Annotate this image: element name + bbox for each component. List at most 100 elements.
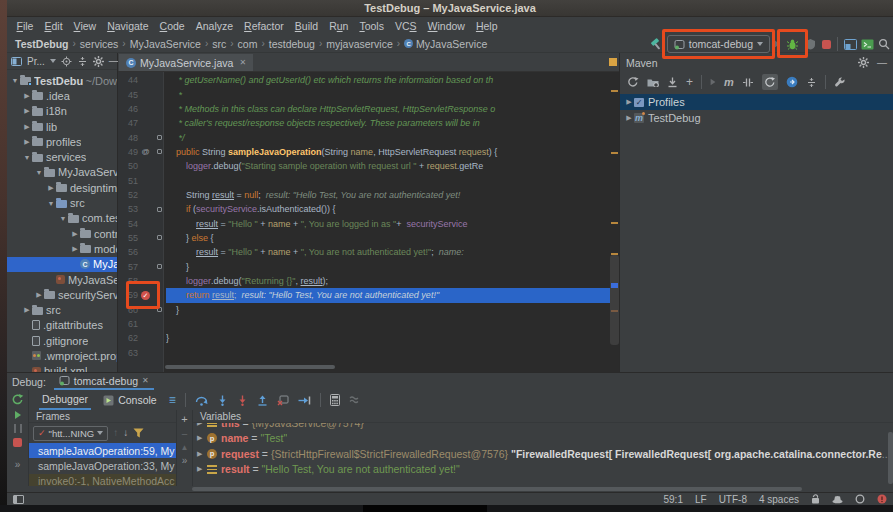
fold-marker[interactable] (153, 235, 166, 240)
tree-item-src[interactable]: ▶src (7, 302, 117, 317)
toolwindow-switcher-icon[interactable] (13, 495, 24, 504)
tab-console[interactable]: Console (100, 390, 160, 410)
filter-icon[interactable] (133, 428, 144, 438)
tree-expand-icon[interactable]: ▶ (624, 98, 634, 106)
tree-item-testdebug[interactable]: ▼TestDebug ~/Dow (7, 73, 117, 88)
refresh-icon[interactable] (627, 76, 639, 88)
fold-marker[interactable] (153, 135, 166, 140)
menu-item-view[interactable]: View (68, 20, 102, 32)
tree-expand-icon[interactable]: ▼ (10, 77, 20, 84)
editor-scrollbar-thumb[interactable] (610, 255, 619, 345)
menu-item-file[interactable]: File (11, 20, 39, 32)
indent-setting[interactable]: 4 spaces (759, 494, 799, 505)
editor-line-54[interactable]: 54 result = "Hello " + name + ", You are… (118, 216, 610, 230)
drop-frame-icon[interactable] (277, 395, 289, 406)
tree-item-securityservice[interactable]: ▶securityService (7, 287, 117, 302)
more-icon[interactable]: » (182, 456, 188, 466)
tree-item-myjavaservice[interactable]: ▼MyJavaService (7, 165, 117, 180)
editor-line-59[interactable]: 59✓ return result; result: "Hello Test, … (118, 288, 610, 302)
tree-item-model[interactable]: ▶model (7, 241, 117, 256)
debug-horizontal-scrollbar[interactable] (7, 486, 893, 492)
theme-icon[interactable] (832, 495, 843, 504)
add-icon[interactable]: + (686, 76, 693, 88)
move-up-icon[interactable]: ▲ (181, 444, 189, 452)
editor-line-45[interactable]: 45 * (118, 87, 610, 101)
run-maven-icon[interactable] (711, 79, 716, 85)
tree-expand-icon[interactable]: ▶ (22, 92, 32, 100)
editor-line-63[interactable]: 63 (118, 346, 610, 360)
breadcrumb-item[interactable]: com (238, 38, 258, 50)
error-stripe-mark[interactable] (611, 152, 618, 154)
profiles-icon[interactable] (786, 76, 798, 88)
line-ending[interactable]: LF (695, 494, 707, 505)
evaluate-expression-icon[interactable] (330, 394, 340, 406)
editor-line-48[interactable]: 48 */ (118, 130, 610, 144)
frame-row[interactable]: sampleJavaOperation:59, My (29, 443, 176, 458)
tree-expand-icon[interactable]: ▶ (22, 107, 32, 115)
breadcrumb-item[interactable]: TestDebug (15, 38, 68, 50)
up-arrow-icon[interactable]: ↑ (113, 428, 118, 438)
tree-item-com-testdebug[interactable]: ▼com.testdebug (7, 211, 117, 226)
fold-marker[interactable] (153, 207, 166, 212)
toolwindows-icon[interactable] (844, 39, 857, 50)
project-view-label[interactable]: Pr... (27, 56, 45, 67)
menu-item-window[interactable]: Window (422, 20, 470, 32)
tree-expand-icon[interactable]: ▶ (70, 245, 80, 253)
tree-item-myjavaservice[interactable]: MyJavaService (7, 272, 117, 287)
editor-line-60[interactable]: 60 } (118, 303, 610, 317)
tree-expand-icon[interactable]: ▶ (22, 306, 32, 314)
mute-breakpoints-icon[interactable] (349, 395, 361, 405)
menu-item-tools[interactable]: Tools (354, 20, 390, 32)
editor-line-51[interactable]: 51 (118, 173, 610, 187)
tree-item-lib[interactable]: ▶lib (7, 119, 117, 134)
error-stripe-mark[interactable] (611, 310, 618, 312)
tab-debugger[interactable]: Debugger (39, 390, 91, 410)
editor-line-52[interactable]: 52 String result = null; result: "Hello … (118, 188, 610, 202)
tree-item--gitignore[interactable]: .gitignore (7, 333, 117, 348)
skip-tests-icon[interactable] (742, 77, 754, 88)
thread-dropdown[interactable]: ✓ "htt...NING (33, 426, 108, 441)
collapse-all-icon[interactable] (77, 56, 88, 67)
frame-row[interactable]: invoke0:-1, NativeMethodAcc (29, 474, 176, 486)
expand-icon[interactable]: ▶ (197, 434, 207, 442)
gear-icon[interactable] (858, 57, 869, 68)
tree-item--gitattributes[interactable]: .gitattributes (7, 318, 117, 333)
tree-item-services[interactable]: ▼services (7, 149, 117, 164)
step-over-icon[interactable] (195, 395, 208, 406)
expand-icon[interactable]: ▶ (197, 465, 207, 473)
more-icon[interactable]: » (15, 460, 21, 470)
remove-watch-icon[interactable]: − (181, 429, 187, 440)
project-view-icon[interactable] (11, 56, 22, 67)
editor-line-62[interactable]: 62} (118, 331, 610, 345)
tree-expand-icon[interactable]: ▶ (34, 291, 44, 299)
caret-position[interactable]: 59:1 (663, 494, 682, 505)
gear-icon[interactable] (93, 56, 104, 67)
tree-expand-icon[interactable]: ▶ (624, 114, 634, 122)
error-stripe-mark[interactable] (611, 283, 618, 288)
menu-item-edit[interactable]: Edit (39, 20, 68, 32)
variable-row-result[interactable]: ▶result = "Hello Test, You are not authe… (193, 462, 893, 478)
rerun-icon[interactable] (11, 393, 24, 406)
generate-sources-icon[interactable] (647, 77, 659, 87)
error-stripe-mark[interactable] (611, 253, 618, 255)
tree-expand-icon[interactable]: ▼ (58, 215, 68, 222)
tree-item-myjavaservice[interactable]: CMyJavaService (7, 257, 117, 272)
fold-marker[interactable] (153, 264, 166, 269)
editor-line-46[interactable]: 46 * Methods in this class can declare H… (118, 102, 610, 116)
editor-line-56[interactable]: 56 result = "Hello " + name + ", You are… (118, 245, 610, 259)
variable-row-request[interactable]: ▶prequest = {StrictHttpFirewall$StrictFi… (193, 446, 893, 462)
tree-expand-icon[interactable]: ▼ (46, 200, 56, 207)
code-editor[interactable]: 44 * getUserName() and getUserId() etc w… (118, 72, 619, 372)
step-into-icon[interactable] (217, 395, 228, 406)
editor-line-47[interactable]: 47 * caller's request/response objects r… (118, 116, 610, 130)
download-sources-icon[interactable] (667, 77, 678, 88)
lock-icon[interactable] (811, 494, 820, 504)
notifications-icon[interactable] (855, 494, 865, 504)
menu-item-build[interactable]: Build (289, 20, 323, 32)
editor-tab[interactable]: C MyJavaService.java ✕ (119, 54, 253, 71)
expand-icon[interactable]: ▶ (197, 423, 207, 427)
fold-marker[interactable] (153, 149, 166, 154)
tree-item-src[interactable]: ▼src (7, 195, 117, 210)
tree-expand-icon[interactable]: ▶ (22, 138, 32, 146)
layout-settings-icon[interactable]: ≡ (169, 394, 176, 406)
